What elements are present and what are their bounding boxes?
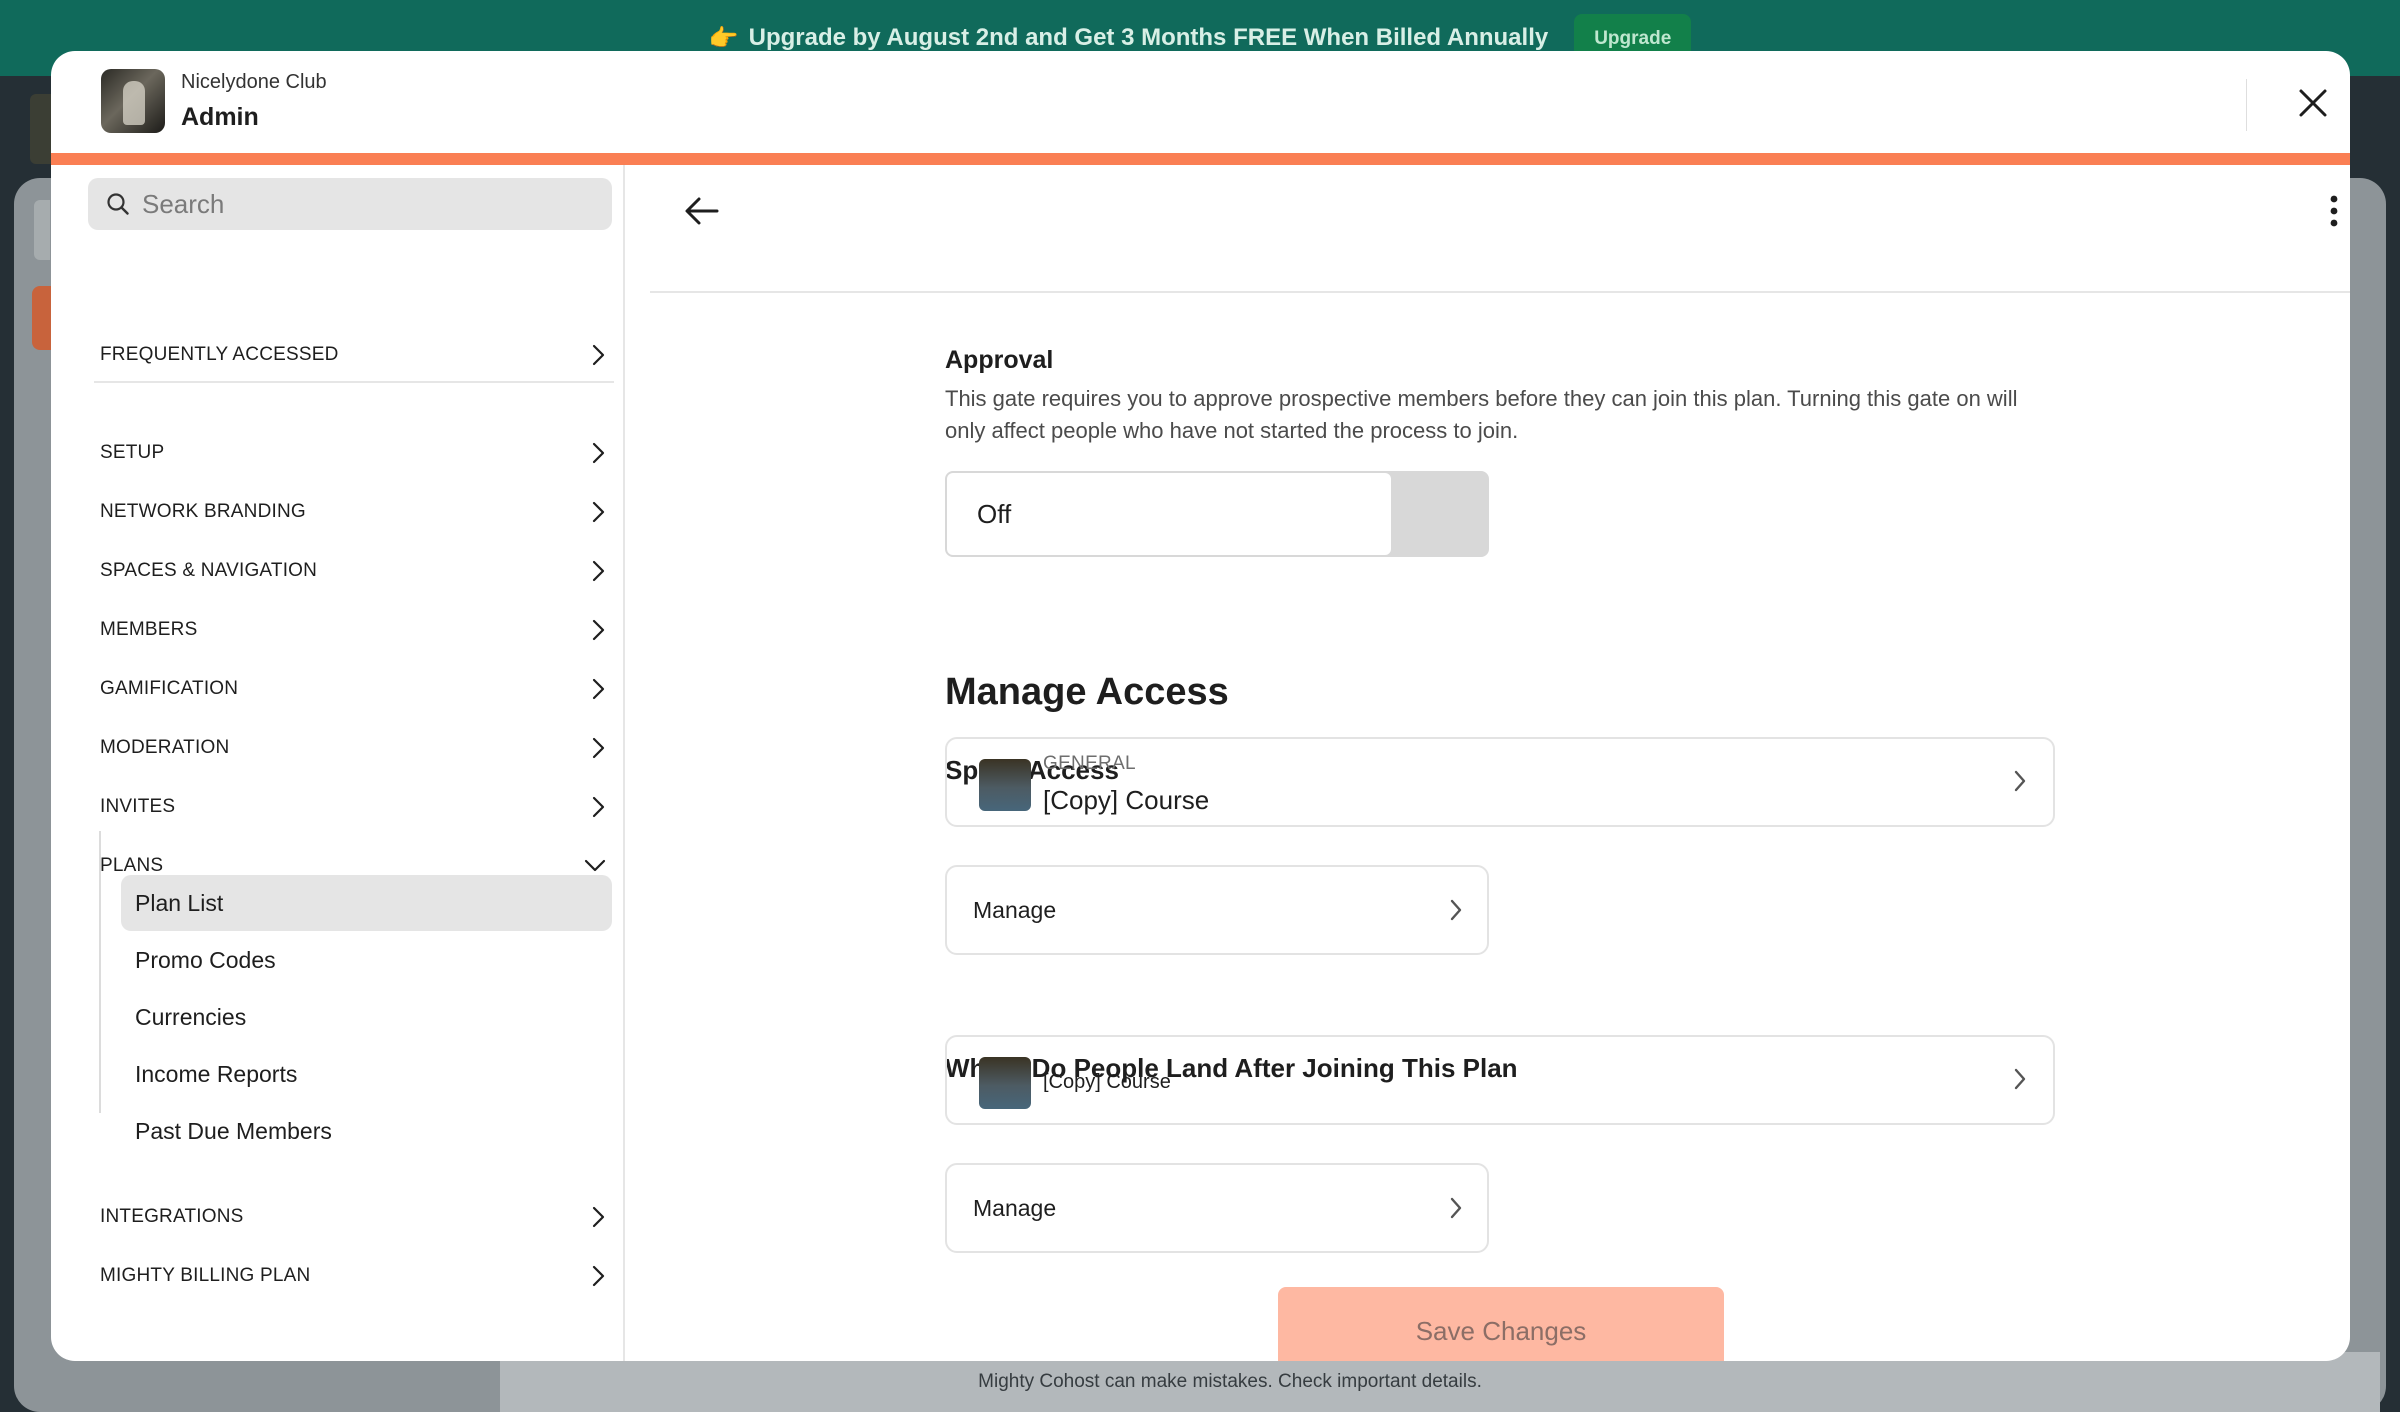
- manage-label: Manage: [973, 896, 1057, 923]
- submenu-rule: [99, 831, 101, 1113]
- sidebar-item-gamification[interactable]: GAMIFICATION: [100, 669, 606, 709]
- search-icon: [106, 192, 130, 216]
- approval-description: This gate requires you to approve prospe…: [945, 386, 2018, 443]
- sidebar-item-label: NETWORK BRANDING: [100, 501, 306, 522]
- sidebar-divider: [94, 381, 614, 383]
- course-thumbnail: [979, 759, 1031, 811]
- chevron-right-icon: [592, 1265, 606, 1287]
- close-button[interactable]: [2291, 81, 2335, 125]
- approval-toggle[interactable]: Off: [945, 471, 1489, 557]
- chevron-down-icon: [584, 859, 606, 873]
- space-group-label: GENERAL: [1043, 753, 1136, 774]
- landing-space-card[interactable]: [Copy] Course: [945, 1035, 2055, 1125]
- chevron-right-icon: [592, 678, 606, 700]
- sidebar-item-label: GAMIFICATION: [100, 678, 239, 699]
- sidebar-item-members[interactable]: MEMBERS: [100, 610, 606, 650]
- sidebar-item-moderation[interactable]: MODERATION: [100, 728, 606, 768]
- chevron-right-icon: [1449, 1196, 1463, 1220]
- sidebar-item-label: INTEGRATIONS: [100, 1206, 244, 1227]
- sidebar-item-invites[interactable]: INVITES: [100, 787, 606, 827]
- arrow-left-icon: [685, 197, 719, 225]
- sidebar-item-label: MODERATION: [100, 737, 230, 758]
- chevron-right-icon: [592, 796, 606, 818]
- sidebar-item-network-branding[interactable]: NETWORK BRANDING: [100, 492, 606, 532]
- chevron-right-icon: [592, 737, 606, 759]
- landing-manage-button[interactable]: Manage: [945, 1163, 1489, 1253]
- sidebar-item-integrations[interactable]: INTEGRATIONS: [100, 1197, 606, 1237]
- sidebar-item-label: INVITES: [100, 796, 176, 817]
- footer-disclaimer: Mighty Cohost can make mistakes. Check i…: [978, 1371, 1482, 1392]
- sidebar-item-label: MEMBERS: [100, 619, 198, 640]
- background-tile: [34, 200, 50, 260]
- sidebar-item-label: SETUP: [100, 442, 165, 463]
- back-button[interactable]: [680, 189, 724, 233]
- club-name: Nicelydone Club: [181, 71, 327, 93]
- space-name: [Copy] Course: [1043, 785, 1210, 815]
- sidebar-item-label: FREQUENTLY ACCESSED: [100, 344, 339, 365]
- sidebar-subitem-currencies[interactable]: Currencies: [121, 989, 612, 1045]
- space-access-card[interactable]: GENERAL [Copy] Course: [945, 737, 2055, 827]
- chevron-right-icon: [592, 501, 606, 523]
- sidebar-subitem-income-reports[interactable]: Income Reports: [121, 1046, 612, 1102]
- banner-text: Upgrade by August 2nd and Get 3 Months F…: [748, 24, 1549, 51]
- club-logo: [101, 69, 165, 133]
- plan-detail-panel: Approval This gate requires you to appro…: [625, 165, 2350, 1361]
- sidebar-subitem-past-due-members[interactable]: Past Due Members: [121, 1103, 612, 1159]
- accent-bar: [51, 153, 2350, 165]
- sidebar-item-spaces-navigation[interactable]: SPACES & NAVIGATION: [100, 551, 606, 591]
- landing-space-name: [Copy] Course: [1043, 1071, 1171, 1093]
- chevron-right-icon: [592, 344, 606, 366]
- chevron-right-icon: [2013, 1067, 2027, 1091]
- sidebar-subitem-plan-list[interactable]: Plan List: [121, 875, 612, 931]
- background-footer: Mighty Cohost can make mistakes. Check i…: [500, 1352, 2380, 1412]
- close-icon: [2299, 89, 2327, 117]
- chevron-right-icon: [592, 619, 606, 641]
- admin-modal: Nicelydone Club Admin FREQUENTLY ACCESSE…: [51, 51, 2350, 1361]
- search-input[interactable]: [142, 188, 582, 220]
- save-changes-button[interactable]: Save Changes: [1278, 1287, 1724, 1361]
- approval-toggle-value: Off: [947, 473, 1391, 555]
- manage-label: Manage: [973, 1194, 1057, 1221]
- modal-header: Nicelydone Club Admin: [51, 51, 2350, 153]
- panel-topbar: [650, 165, 2350, 293]
- header-divider: [2246, 79, 2247, 131]
- sidebar-item-label: PLANS: [100, 855, 164, 876]
- sidebar-subitem-promo-codes[interactable]: Promo Codes: [121, 932, 612, 988]
- modal-title: Admin: [181, 103, 259, 131]
- sidebar-item-setup[interactable]: SETUP: [100, 433, 606, 473]
- sidebar-item-label: MIGHTY BILLING PLAN: [100, 1265, 311, 1286]
- chevron-right-icon: [2013, 769, 2027, 793]
- sidebar-item-label: SPACES & NAVIGATION: [100, 560, 318, 581]
- chevron-right-icon: [592, 1206, 606, 1228]
- space-access-manage-button[interactable]: Manage: [945, 865, 1489, 955]
- chevron-right-icon: [1449, 898, 1463, 922]
- manage-access-title: Manage Access: [945, 671, 1229, 713]
- sidebar-item-frequently-accessed[interactable]: FREQUENTLY ACCESSED: [100, 335, 606, 375]
- more-options-button[interactable]: [2320, 189, 2348, 233]
- chevron-right-icon: [592, 560, 606, 582]
- course-thumbnail: [979, 1057, 1031, 1109]
- chevron-right-icon: [592, 442, 606, 464]
- vertical-dots-icon: [2330, 195, 2338, 227]
- sidebar-item-mighty-billing-plan[interactable]: MIGHTY BILLING PLAN: [100, 1256, 606, 1296]
- approval-title: Approval: [945, 346, 1054, 374]
- admin-sidebar: FREQUENTLY ACCESSED SETUP NETWORK BRANDI…: [51, 165, 625, 1361]
- pointing-hand-icon: 👉: [708, 25, 739, 52]
- search-box[interactable]: [88, 178, 612, 230]
